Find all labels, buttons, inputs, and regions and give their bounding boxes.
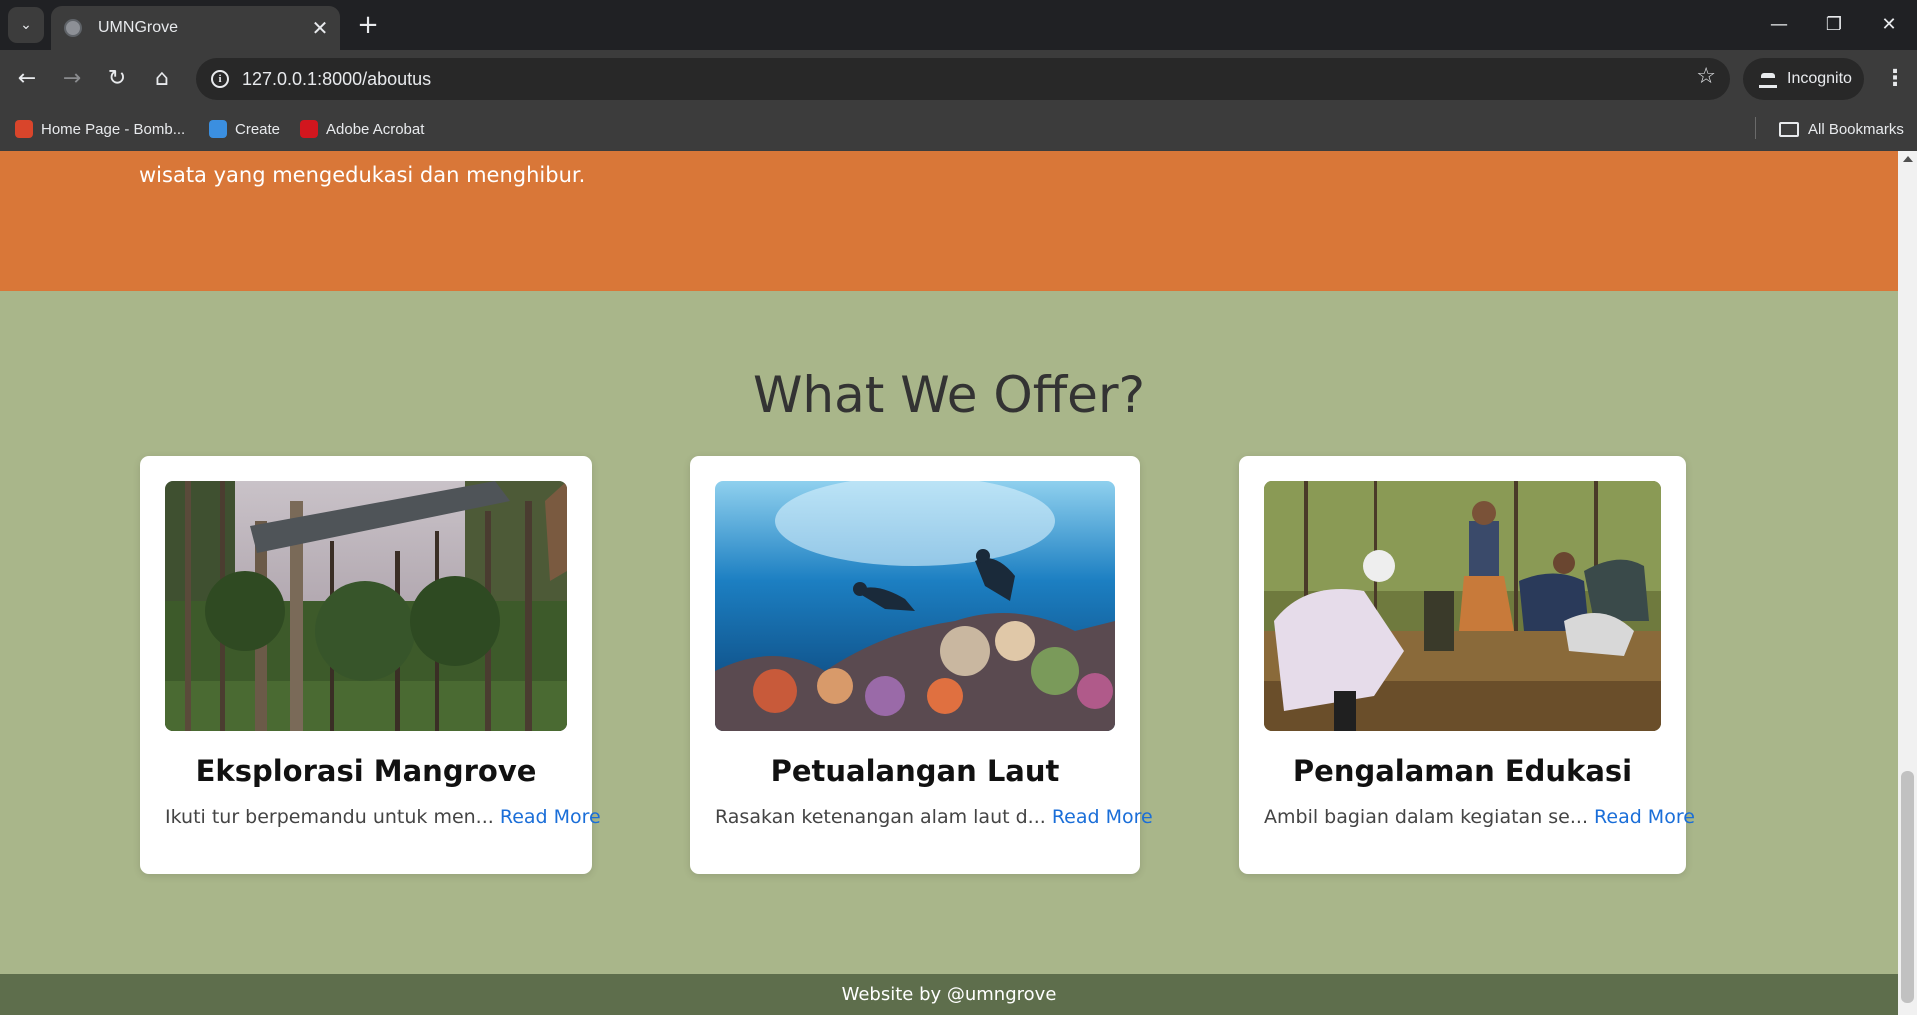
incognito-icon (1759, 73, 1777, 88)
offer-card-edukasi: Pengalaman Edukasi Ambil bagian dalam ke… (1239, 456, 1695, 874)
read-more-link[interactable]: Read More (1052, 806, 1153, 828)
card-title: Petualangan Laut (770, 754, 1060, 788)
planting-activity-image (1264, 481, 1661, 731)
url-text[interactable]: 127.0.0.1:8000/aboutus (242, 69, 431, 90)
scroll-up-arrow-icon[interactable] (1903, 156, 1913, 162)
card-desc-text: Ikuti tur berpemandu untuk men... (165, 806, 494, 828)
incognito-indicator[interactable]: Incognito (1743, 58, 1864, 100)
page-scrollbar[interactable] (1898, 151, 1917, 1015)
card-description: Ambil bagian dalam kegiatan se... Read M… (1264, 806, 1695, 828)
browser-chrome: ⌄ UMNGrove ✕ + — ❐ ✕ ← → ↻ ⌂ i 127.0.0.1… (0, 0, 1917, 151)
arrow-left-icon: ← (17, 65, 37, 91)
tab-search-button[interactable]: ⌄ (8, 7, 44, 43)
tab-title: UMNGrove (98, 19, 179, 36)
restore-icon: ❐ (1825, 13, 1843, 35)
bookmark-label: Create (235, 120, 281, 138)
close-icon: ✕ (1881, 13, 1897, 35)
bookmark-label: Home Page - Bomb... (41, 120, 186, 138)
page-content: wisata yang mengedukasi dan menghibur. W… (0, 151, 1898, 1015)
bookmarks-bar: Home Page - Bomb... Create Adobe Acrobat… (0, 107, 1917, 151)
globe-icon (64, 19, 82, 37)
tab-active[interactable]: UMNGrove ✕ (51, 6, 340, 50)
reload-button[interactable]: ↻ (99, 60, 135, 96)
site-info-button[interactable]: i (206, 65, 234, 93)
card-title: Eksplorasi Mangrove (195, 754, 537, 788)
card-desc-text: Rasakan ketenangan alam laut d... (715, 806, 1046, 828)
incognito-label: Incognito (1787, 70, 1852, 87)
create-favicon-icon (209, 120, 227, 138)
address-bar[interactable]: i 127.0.0.1:8000/aboutus ☆ (196, 58, 1730, 100)
card-desc-text: Ambil bagian dalam kegiatan se... (1264, 806, 1588, 828)
bookmark-adobe-acrobat[interactable]: Adobe Acrobat (300, 116, 424, 142)
minimize-button[interactable]: — (1751, 0, 1807, 48)
all-bookmarks-label: All Bookmarks (1808, 120, 1904, 138)
toolbar: ← → ↻ ⌂ i 127.0.0.1:8000/aboutus ☆ Incog… (0, 50, 1917, 107)
home-button[interactable]: ⌂ (144, 60, 180, 96)
folder-icon (1779, 121, 1799, 137)
underwater-reef-image (715, 481, 1115, 731)
acrobat-favicon-icon (300, 120, 318, 138)
offer-section-title: What We Offer? (752, 366, 1146, 424)
home-icon: ⌂ (155, 65, 169, 91)
bookmark-home-page[interactable]: Home Page - Bomb... (15, 116, 185, 142)
close-icon[interactable]: ✕ (306, 14, 334, 42)
bookmark-star-icon[interactable]: ☆ (1696, 64, 1716, 89)
more-vertical-icon: ⋮ (1884, 65, 1906, 91)
offer-card-mangrove: Eksplorasi Mangrove Ikuti tur berpemandu… (140, 456, 601, 874)
minimize-icon: — (1770, 13, 1788, 35)
new-tab-button[interactable]: + (352, 9, 384, 41)
plus-icon: + (357, 10, 379, 40)
bookmarks-divider (1755, 117, 1756, 139)
restore-button[interactable]: ❐ (1806, 0, 1862, 48)
chevron-down-icon: ⌄ (20, 17, 32, 33)
bombastic-favicon-icon (15, 120, 33, 138)
back-button[interactable]: ← (9, 60, 45, 96)
offer-card-laut: Petualangan Laut Rasakan ketenangan alam… (690, 456, 1153, 874)
hero-paragraph: wisata yang mengedukasi dan menghibur. (139, 163, 586, 187)
about-hero-section: wisata yang mengedukasi dan menghibur. (0, 151, 1898, 291)
scrollbar-thumb[interactable] (1901, 771, 1914, 1003)
tab-strip: ⌄ UMNGrove ✕ + — ❐ ✕ (0, 0, 1917, 50)
all-bookmarks-button[interactable]: All Bookmarks (1779, 116, 1904, 142)
read-more-link[interactable]: Read More (1594, 806, 1695, 828)
arrow-right-icon: → (62, 65, 82, 91)
site-footer: Website by @umngrove (0, 974, 1898, 1015)
footer-credit: Website by @umngrove (841, 984, 1057, 1005)
card-description: Ikuti tur berpemandu untuk men... Read M… (165, 806, 601, 828)
forward-button[interactable]: → (54, 60, 90, 96)
info-icon: i (211, 70, 229, 88)
bookmark-label: Adobe Acrobat (326, 120, 425, 138)
reload-icon: ↻ (107, 65, 127, 91)
read-more-link[interactable]: Read More (500, 806, 601, 828)
card-title: Pengalaman Edukasi (1292, 754, 1633, 788)
window-close-button[interactable]: ✕ (1861, 0, 1917, 48)
mangrove-forest-image (165, 481, 567, 731)
card-description: Rasakan ketenangan alam laut d... Read M… (715, 806, 1153, 828)
browser-menu-button[interactable]: ⋮ (1880, 60, 1910, 96)
bookmark-create[interactable]: Create (209, 116, 280, 142)
